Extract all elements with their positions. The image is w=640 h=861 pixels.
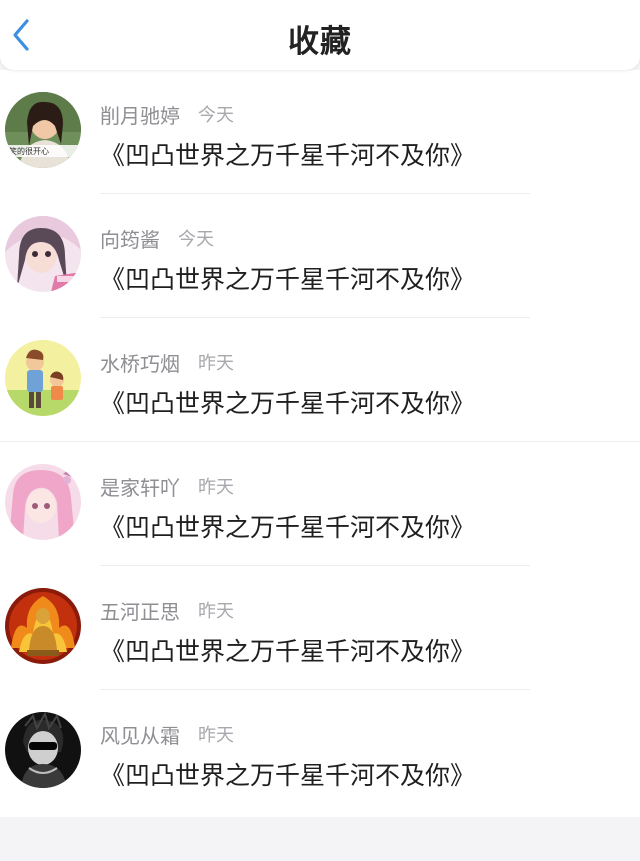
favorite-item[interactable]: 向筠酱 今天 《凹凸世界之万千星千河不及你》 <box>0 194 640 318</box>
page-title: 收藏 <box>288 24 352 60</box>
favorite-item[interactable]: 风见从霜 昨天 《凹凸世界之万千星千河不及你》 <box>0 690 640 814</box>
favorite-item[interactable]: 水桥巧烟 昨天 《凹凸世界之万千星千河不及你》 <box>0 318 640 442</box>
user-name[interactable]: 风见从霜 <box>100 720 180 749</box>
timestamp: 昨天 <box>198 477 234 498</box>
user-name[interactable]: 水桥巧烟 <box>100 348 180 377</box>
nav-bar: 收藏 <box>0 0 640 70</box>
name-line: 削月驰婷 今天 <box>100 100 234 128</box>
timestamp: 昨天 <box>198 601 234 622</box>
work-title[interactable]: 《凹凸世界之万千星千河不及你》 <box>100 756 475 792</box>
timestamp: 今天 <box>198 105 234 126</box>
name-line: 是家轩吖 昨天 <box>100 472 234 500</box>
name-line: 风见从霜 昨天 <box>100 720 234 748</box>
work-title[interactable]: 《凹凸世界之万千星千河不及你》 <box>100 136 475 172</box>
favorite-item[interactable]: 笑的很开心 削月驰婷 今天 《凹凸世界之万千星千河不及你》 <box>0 70 640 194</box>
avatar[interactable] <box>5 340 81 416</box>
timestamp: 昨天 <box>198 725 234 746</box>
favorite-item[interactable]: 五河正思 昨天 《凹凸世界之万千星千河不及你》 <box>0 566 640 690</box>
work-title[interactable]: 《凹凸世界之万千星千河不及你》 <box>100 632 475 668</box>
avatar[interactable] <box>5 712 81 788</box>
name-line: 水桥巧烟 昨天 <box>100 348 234 376</box>
name-line: 向筠酱 今天 <box>100 224 214 252</box>
user-name[interactable]: 削月驰婷 <box>100 100 180 129</box>
avatar-caption: 笑的很开心 <box>9 146 49 156</box>
work-title[interactable]: 《凹凸世界之万千星千河不及你》 <box>100 260 475 296</box>
avatar[interactable] <box>5 216 81 292</box>
favorites-screen: 收藏 笑的很开心 削月驰婷 今天 《凹凸世界之万千星千河不及你》 向筠酱 今天 … <box>0 0 640 861</box>
user-name[interactable]: 五河正思 <box>100 596 180 625</box>
avatar[interactable] <box>5 464 81 540</box>
user-name[interactable]: 是家轩吖 <box>100 472 180 501</box>
avatar[interactable] <box>5 588 81 664</box>
favorite-item[interactable]: 是家轩吖 昨天 《凹凸世界之万千星千河不及你》 <box>0 442 640 566</box>
work-title[interactable]: 《凹凸世界之万千星千河不及你》 <box>100 384 475 420</box>
name-line: 五河正思 昨天 <box>100 596 234 624</box>
user-name[interactable]: 向筠酱 <box>100 224 160 253</box>
favorites-list: 笑的很开心 削月驰婷 今天 《凹凸世界之万千星千河不及你》 向筠酱 今天 《凹凸… <box>0 70 640 817</box>
avatar[interactable]: 笑的很开心 <box>5 92 81 168</box>
timestamp: 今天 <box>178 229 214 250</box>
work-title[interactable]: 《凹凸世界之万千星千河不及你》 <box>100 508 475 544</box>
timestamp: 昨天 <box>198 353 234 374</box>
